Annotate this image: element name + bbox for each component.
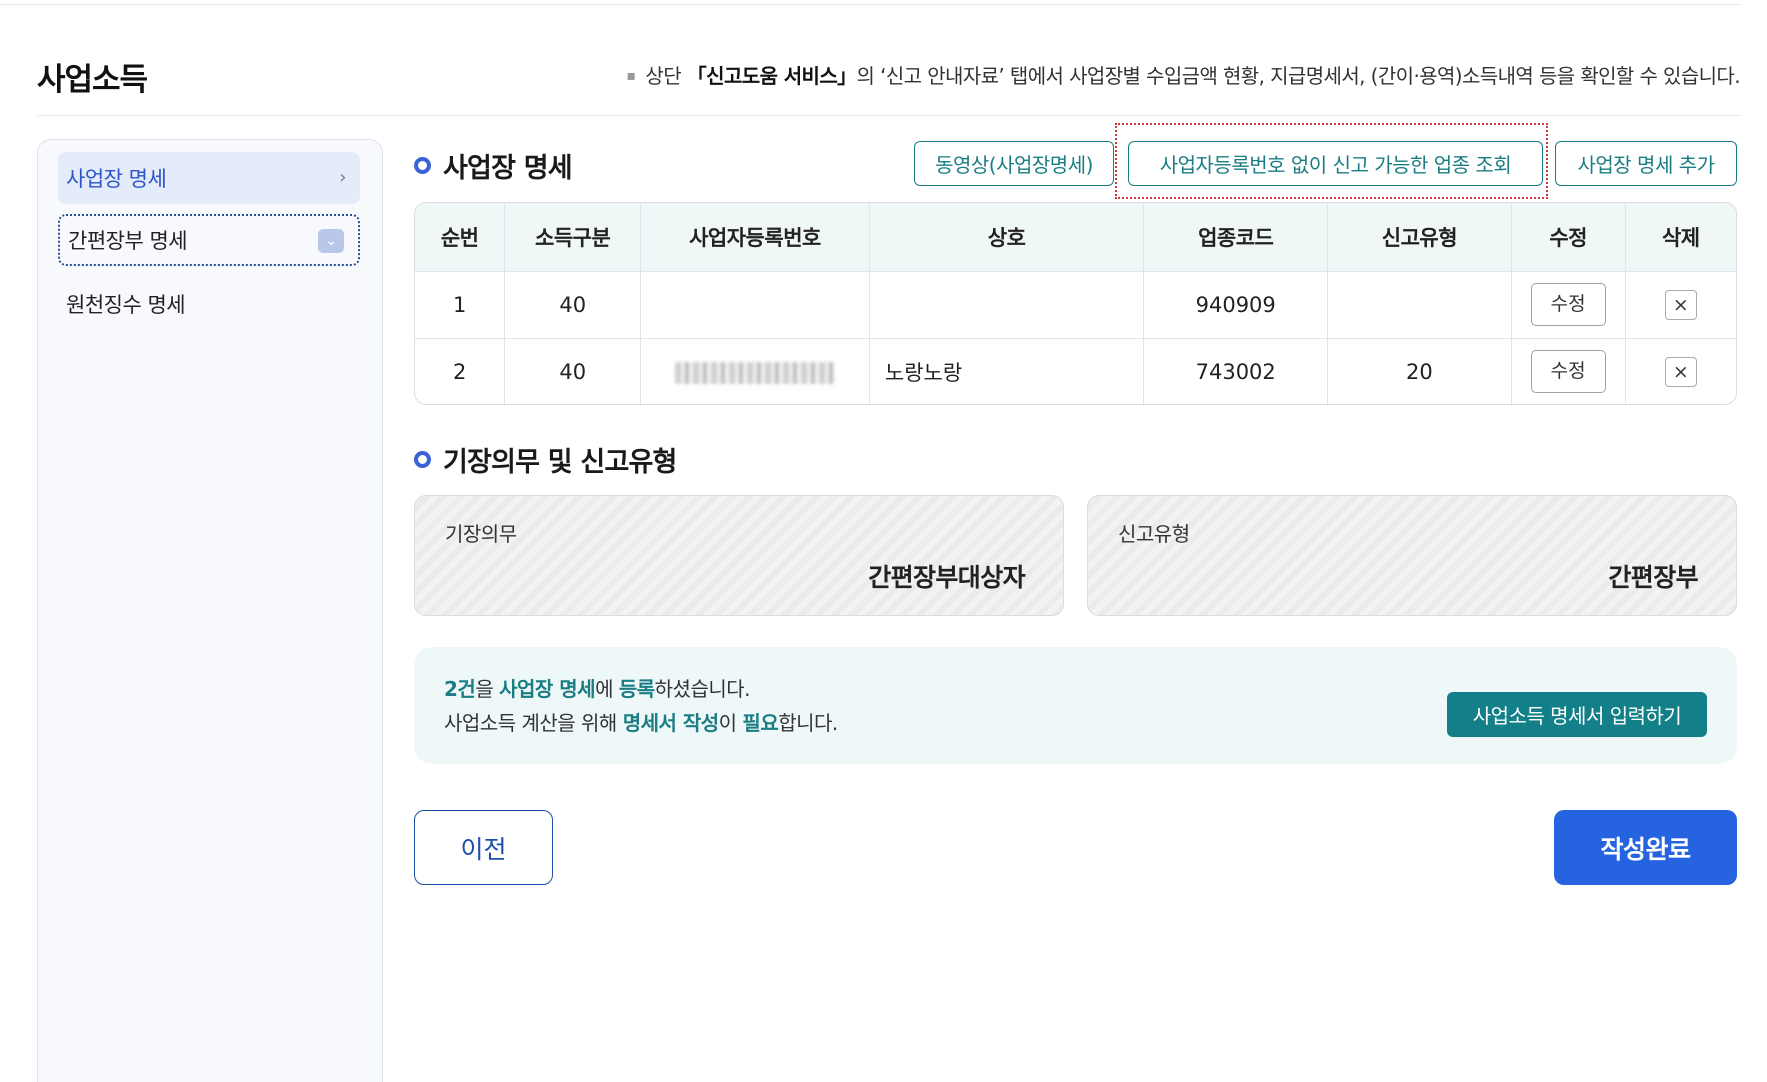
sidebar-item-business-detail[interactable]: 사업장 명세 ›: [58, 152, 360, 204]
notice-text: 사업소득 계산을 위해: [444, 711, 623, 735]
cell-edit: 수정: [1511, 271, 1626, 339]
sidebar-item-label: 사업장 명세: [66, 167, 167, 191]
edit-button[interactable]: 수정: [1530, 283, 1606, 326]
section-title-text: 사업장 명세: [443, 153, 573, 184]
table-header-row: 순번 소득구분 사업자등록번호 상호 업종코드 신고유형 수정 삭제: [415, 203, 1736, 272]
notice-highlight: 필요: [742, 711, 779, 735]
notice-line-2: 사업소득 계산을 위해 명세서 작성이 필요합니다.: [444, 707, 838, 736]
video-button[interactable]: 동영상(사업장명세): [914, 141, 1114, 186]
close-icon[interactable]: ×: [1664, 356, 1697, 387]
section-title-business: 사업장 명세: [414, 146, 573, 185]
cell-code: 743002: [1143, 338, 1329, 404]
cell-delete: ×: [1625, 271, 1736, 339]
cell-delete: ×: [1625, 338, 1736, 404]
cell-income-type: 40: [504, 338, 642, 404]
cell-income-type: 40: [504, 271, 642, 339]
card-label: 신고유형: [1118, 522, 1190, 546]
card-value: 간편장부대상자: [868, 563, 1025, 592]
column-header: 사업자등록번호: [640, 203, 870, 272]
page-header: 사업소득 ▪ 상단 「신고도움 서비스」의 ‘신고 안내자료’ 탭에서 사업장별 …: [37, 52, 1741, 116]
column-header: 신고유형: [1327, 203, 1512, 272]
chevron-right-icon: ›: [339, 167, 346, 188]
edit-button[interactable]: 수정: [1530, 350, 1606, 394]
ring-bullet-icon: [414, 451, 431, 468]
business-table: 순번 소득구분 사업자등록번호 상호 업종코드 신고유형 수정 삭제 1 40 …: [414, 202, 1737, 405]
sidebar: 사업장 명세 › 간편장부 명세 ⌄ 원천징수 명세: [37, 139, 383, 1082]
bullet-icon: ▪: [626, 68, 636, 84]
cell-code: 940909: [1143, 271, 1329, 339]
cell-biz-no: [640, 271, 870, 339]
column-header: 상호: [869, 203, 1145, 272]
cell-name: 노랑노랑: [869, 338, 1145, 404]
notice-count: 2건: [444, 677, 476, 701]
sidebar-item-label: 원천징수 명세: [66, 293, 186, 317]
notice-text: 에: [595, 677, 619, 701]
cell-edit: 수정: [1511, 338, 1626, 404]
column-header: 수정: [1511, 203, 1626, 272]
cell-report-type: [1327, 271, 1512, 339]
top-divider: [0, 4, 1740, 5]
cell-name: [869, 271, 1145, 339]
industry-lookup-button[interactable]: 사업자등록번호 없이 신고 가능한 업종 조회: [1128, 141, 1543, 186]
close-icon[interactable]: ×: [1664, 289, 1697, 320]
enter-income-statement-button[interactable]: 사업소득 명세서 입력하기: [1447, 692, 1707, 737]
note-suffix: 의 ‘신고 안내자료’ 탭에서 사업장별 수입금액 현황, 지급명세서, (간이…: [856, 64, 1741, 88]
registration-notice: 2건을 사업장 명세에 등록하셨습니다. 사업소득 계산을 위해 명세서 작성이…: [414, 647, 1737, 764]
chevron-down-icon[interactable]: ⌄: [318, 229, 344, 253]
sidebar-item-withholding[interactable]: 원천징수 명세: [58, 278, 360, 330]
previous-button[interactable]: 이전: [414, 810, 553, 885]
cell-biz-no: [640, 338, 870, 404]
card-value: 간편장부: [1608, 563, 1698, 592]
complete-button[interactable]: 작성완료: [1554, 810, 1737, 885]
card-label: 기장의무: [445, 522, 517, 546]
section-title-bookkeeping: 기장의무 및 신고유형: [414, 440, 677, 479]
note-service-name: 「신고도움 서비스」: [686, 64, 857, 88]
sidebar-item-simple-ledger[interactable]: 간편장부 명세 ⌄: [58, 214, 360, 266]
cell-report-type: 20: [1327, 338, 1512, 404]
redacted-biz-number: [674, 361, 835, 384]
page-title: 사업소득: [37, 62, 148, 98]
notice-highlight: 명세서 작성: [622, 711, 719, 735]
column-header: 삭제: [1625, 203, 1736, 272]
note-prefix: 상단: [645, 64, 687, 88]
section-title-text: 기장의무 및 신고유형: [443, 447, 677, 478]
cell-no: 2: [415, 338, 506, 404]
column-header: 순번: [415, 203, 506, 272]
column-header: 소득구분: [504, 203, 642, 272]
notice-text: 하셨습니다.: [654, 677, 751, 701]
table-row: 2 40 노랑노랑 743002 20 수정 ×: [415, 338, 1736, 404]
bookkeeping-duty-card: 기장의무 간편장부대상자: [414, 495, 1064, 616]
notice-text: 을: [475, 677, 500, 701]
notice-line-1: 2건을 사업장 명세에 등록하셨습니다.: [444, 673, 751, 702]
notice-text: 합니다.: [778, 711, 838, 735]
ring-bullet-icon: [414, 157, 431, 174]
header-note: ▪ 상단 「신고도움 서비스」의 ‘신고 안내자료’ 탭에서 사업장별 수입금액 …: [626, 60, 1741, 89]
notice-highlight: 등록: [618, 677, 655, 701]
report-type-card: 신고유형 간편장부: [1087, 495, 1737, 616]
table-row: 1 40 940909 수정 ×: [415, 271, 1736, 339]
notice-text: 이: [718, 711, 743, 735]
notice-highlight: 사업장 명세: [499, 677, 596, 701]
add-business-button[interactable]: 사업장 명세 추가: [1555, 141, 1737, 186]
sidebar-item-label: 간편장부 명세: [68, 229, 188, 253]
column-header: 업종코드: [1143, 203, 1329, 272]
cell-no: 1: [415, 271, 506, 339]
